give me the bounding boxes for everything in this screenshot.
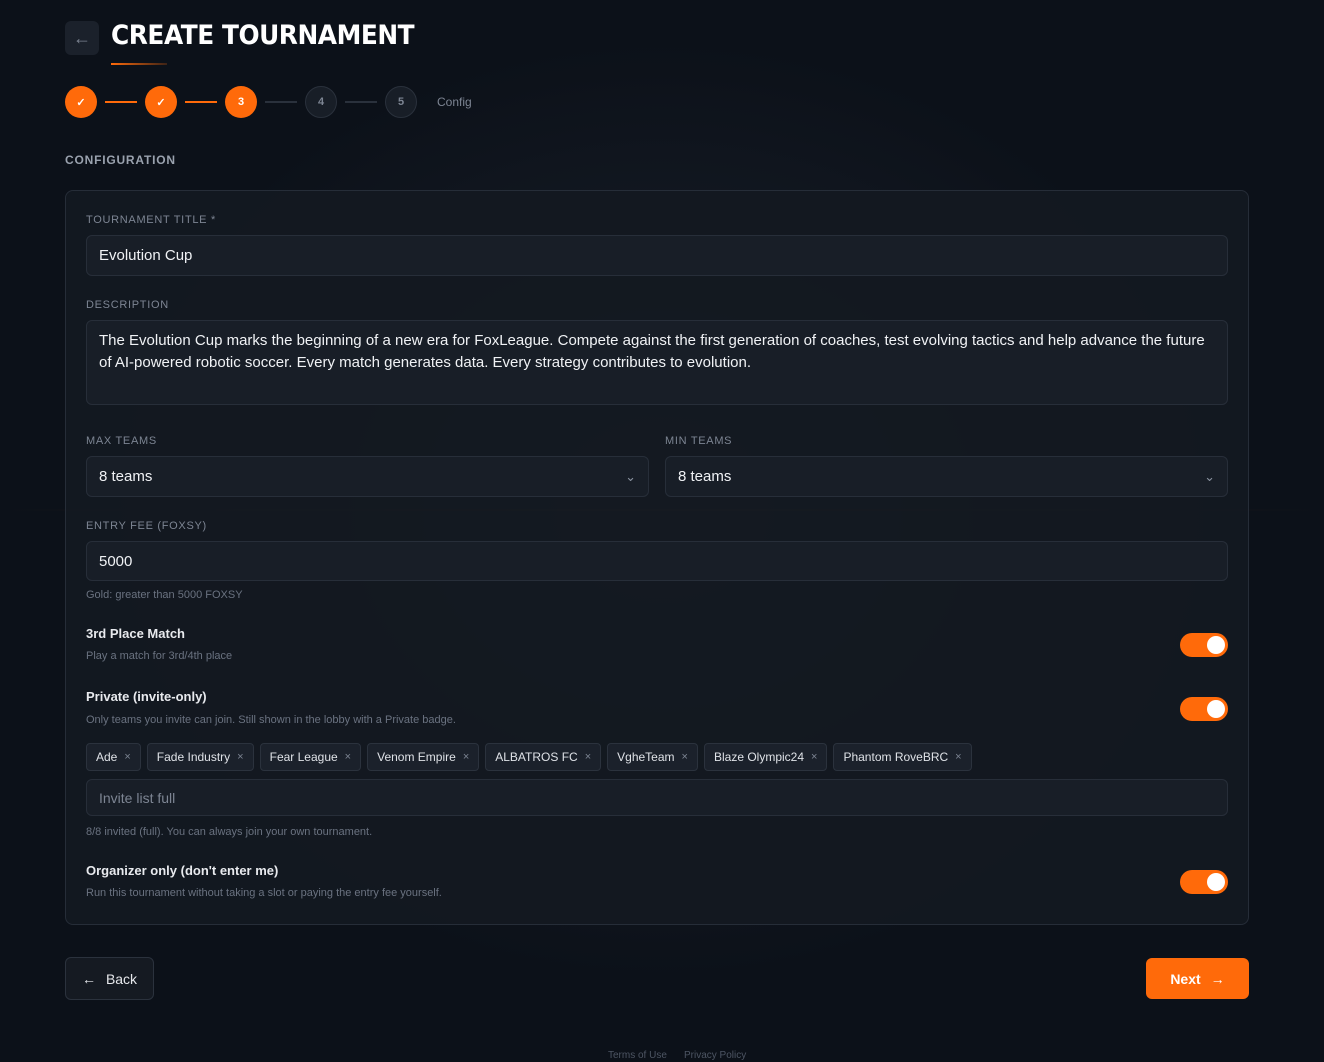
invited-team-chip: VgheTeam × [607,743,698,771]
invited-team-chip: Phantom RoveBRC × [833,743,972,771]
remove-icon[interactable]: × [585,751,591,763]
entry-fee-label: ENTRY FEE (FOXSY) [86,520,207,532]
max-teams-select[interactable]: 8 teams ⌄ [86,456,649,497]
title-input[interactable]: Evolution Cup [86,235,1228,276]
title-underline [111,63,167,65]
private-toggle[interactable] [1180,697,1228,721]
invited-team-chip: Ade × [86,743,141,771]
third-place-hint: Play a match for 3rd/4th place [86,650,233,662]
invited-teams-list: Ade × Fade Industry × Fear League × Venom E… [86,743,972,771]
invited-team-chip: Blaze Olympic24 × [703,743,828,771]
invited-team-chip: Venom Empire × [367,743,480,771]
min-teams-value: 8 teams [678,468,732,485]
arrow-left-icon: ← [73,27,91,48]
entry-fee-input[interactable]: 5000 [86,541,1228,581]
back-button[interactable]: ← Back [65,957,154,1000]
third-place-toggle[interactable] [1180,633,1228,657]
entry-fee-value: 5000 [99,552,133,570]
back-button-label: Back [105,970,138,987]
next-button-label: Next [1170,970,1201,987]
step-5: 5 [385,86,417,118]
step-connector [185,101,217,103]
arrow-left-icon: ← [81,970,96,987]
privacy-link[interactable]: Privacy Policy [684,1050,746,1061]
chevron-down-icon: ⌄ [625,468,636,484]
third-place-title: 3rd Place Match [86,626,185,641]
step-connector [105,101,137,103]
toggle-knob [1207,873,1225,891]
invite-hint: 8/8 invited (full). You can always join … [86,826,373,838]
title-label: TOURNAMENT TITLE * [86,214,216,226]
section-title: CONFIGURATION [65,153,176,167]
invite-input-placeholder: Invite list full [99,789,176,806]
remove-icon[interactable]: × [955,751,961,763]
description-label: DESCRIPTION [86,299,169,311]
private-hint: Only teams you invite can join. Still sh… [86,714,456,726]
entry-fee-hint: Gold: greater than 5000 FOXSY [86,589,243,601]
next-button[interactable]: Next → [1146,958,1249,999]
organizer-only-hint: Run this tournament without taking a slo… [86,887,442,899]
title-input-value: Evolution Cup [99,247,193,264]
step-connector [345,101,377,103]
step-current-label: Config [437,95,472,109]
page-title: CREATE TOURNAMENT [111,20,415,51]
step-4: 4 [305,86,337,118]
remove-icon[interactable]: × [124,751,130,763]
toggle-knob [1207,700,1225,718]
step-1: ✓ [65,86,97,118]
private-title: Private (invite-only) [86,689,207,704]
organizer-only-toggle[interactable] [1180,870,1228,894]
remove-icon[interactable]: × [811,751,817,763]
remove-icon[interactable]: × [463,751,469,763]
organizer-only-title: Organizer only (don't enter me) [86,863,279,878]
invited-team-chip: Fear League × [259,743,362,771]
toggle-knob [1207,636,1225,654]
min-teams-select[interactable]: 8 teams ⌄ [665,456,1228,497]
invite-input[interactable]: Invite list full [86,779,1228,816]
remove-icon[interactable]: × [345,751,351,763]
arrow-right-icon: → [1210,970,1225,987]
step-connector [265,101,297,103]
step-2: ✓ [145,86,177,118]
min-teams-label: MIN TEAMS [665,435,733,447]
description-textarea[interactable]: The Evolution Cup marks the beginning of… [86,320,1228,405]
max-teams-value: 8 teams [99,468,153,485]
step-3: 3 [225,86,257,118]
header-back-button[interactable]: ← [65,21,99,55]
chevron-down-icon: ⌄ [1204,468,1215,484]
invited-team-chip: Fade Industry × [146,743,254,771]
invited-team-chip: ALBATROS FC × [485,743,602,771]
description-value: The Evolution Cup marks the beginning of… [99,332,1205,371]
terms-link[interactable]: Terms of Use [608,1050,667,1061]
remove-icon[interactable]: × [237,751,243,763]
max-teams-label: MAX TEAMS [86,435,157,447]
remove-icon[interactable]: × [682,751,688,763]
